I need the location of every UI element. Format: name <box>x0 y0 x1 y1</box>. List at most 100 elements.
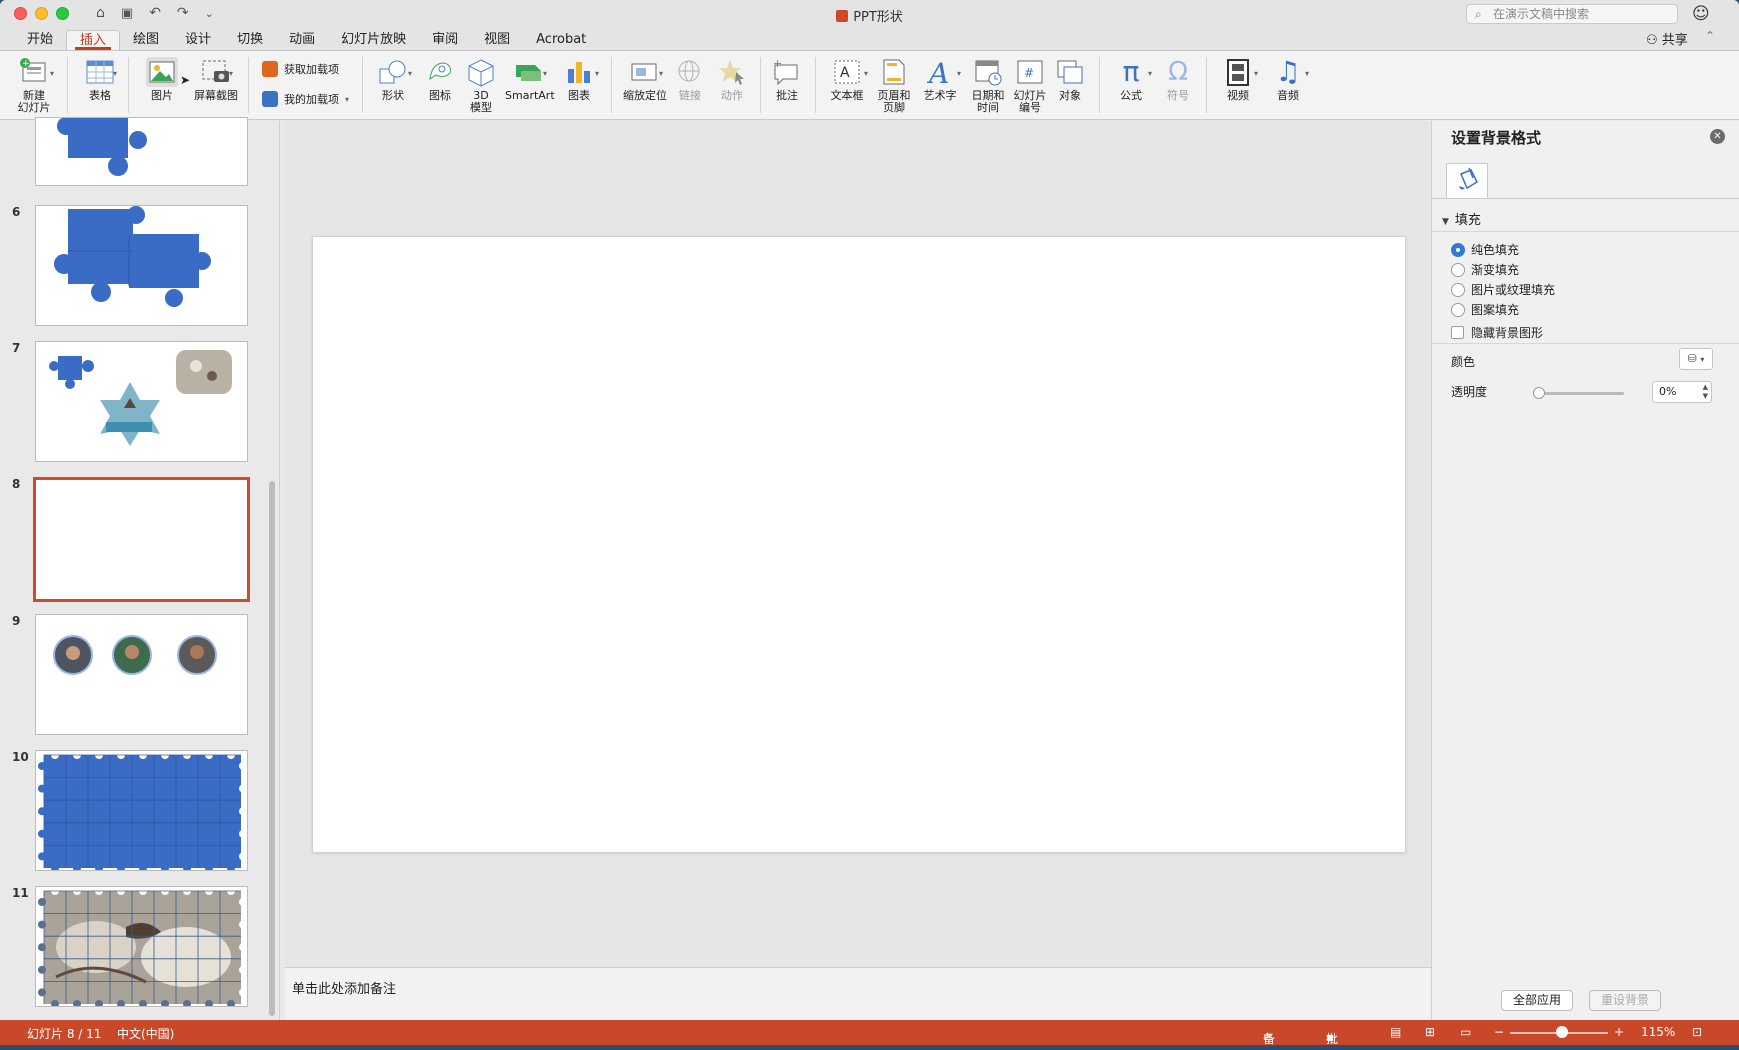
solid-fill-radio[interactable]: 纯色填充 <box>1451 241 1519 258</box>
collapse-ribbon-icon[interactable]: ⌃ <box>1705 29 1715 43</box>
calendar-icon <box>972 57 1004 87</box>
minimize-window-button[interactable] <box>35 7 48 20</box>
wordart-button[interactable]: A 艺术字 <box>922 57 958 102</box>
tab-1[interactable]: 插入 <box>66 30 121 50</box>
comment-button[interactable]: + 批注 <box>771 57 803 102</box>
new-slide-button[interactable]: + 新建 幻灯片 <box>8 57 60 114</box>
language-indicator[interactable]: 中文(中国) <box>117 1025 174 1042</box>
film-icon <box>1222 57 1254 87</box>
audio-button[interactable]: ♫ 音频 <box>1270 57 1306 102</box>
tab-8[interactable]: 视图 <box>471 30 523 50</box>
window-controls <box>14 7 69 20</box>
tab-5[interactable]: 动画 <box>276 30 328 50</box>
slide-thumbnail-selected[interactable] <box>33 477 250 602</box>
svg-text:#: # <box>1024 66 1034 80</box>
shapes-button[interactable]: 形状 <box>376 57 410 102</box>
date-time-button[interactable]: 日期和 时间 <box>968 57 1008 114</box>
reset-background-button[interactable]: 重设背景 <box>1589 990 1661 1011</box>
apply-to-all-button[interactable]: 全部应用 <box>1501 990 1573 1011</box>
fill-tab[interactable] <box>1446 163 1488 199</box>
slide-sorter-icon[interactable]: ⊞ <box>1425 1025 1435 1039</box>
tab-9[interactable]: Acrobat <box>523 30 599 50</box>
zoom-out-icon[interactable]: − <box>1494 1025 1504 1039</box>
status-bar: 幻灯片 8 / 11 中文(中国) ≡ 备注 ▪ 批注 ▤ ⊞ ▭ − + 11… <box>0 1020 1739 1045</box>
slide-thumbnail[interactable] <box>35 341 248 462</box>
home-icon[interactable]: ⌂ <box>96 5 105 21</box>
picture-button[interactable]: 图片 <box>140 57 184 102</box>
slide-thumbnail[interactable] <box>35 886 248 1007</box>
table-button[interactable]: 表格 <box>80 57 120 102</box>
notes-pane[interactable]: 单击此处添加备注 <box>285 967 1431 1020</box>
wordart-icon: A <box>924 57 956 90</box>
redo-icon[interactable]: ↷ <box>177 5 189 21</box>
ppt-file-icon <box>836 10 849 22</box>
current-slide-canvas[interactable] <box>312 236 1406 853</box>
object-button[interactable]: 对象 <box>1054 57 1086 102</box>
color-label: 颜色 <box>1451 355 1476 369</box>
search-icon: ⌕ <box>1475 7 1482 21</box>
slide-thumbnail[interactable] <box>35 614 248 735</box>
pattern-fill-radio[interactable]: 图案填充 <box>1451 301 1519 318</box>
zoom-in-icon[interactable]: + <box>1614 1025 1624 1039</box>
video-button[interactable]: 视频 <box>1220 57 1256 102</box>
textbox-button[interactable]: A 文本框 <box>829 57 865 102</box>
tab-4[interactable]: 切换 <box>224 30 276 50</box>
fit-to-window-icon[interactable]: ⊡ <box>1692 1025 1702 1039</box>
icons-button[interactable]: 图标 <box>424 57 456 102</box>
slide-thumbnail[interactable] <box>35 205 248 326</box>
chart-button[interactable]: 图表 <box>563 57 595 102</box>
tab-6[interactable]: 幻灯片放映 <box>328 30 419 50</box>
my-addins-button[interactable]: 我的加载项 ▾ <box>262 91 349 107</box>
scrollbar-thumb[interactable] <box>269 481 275 1016</box>
feedback-smiley-icon[interactable]: ☺ <box>1692 4 1710 24</box>
stepper-arrows-icon[interactable]: ▲ ▼ <box>1703 383 1708 401</box>
undo-icon[interactable]: ↶ <box>149 5 161 21</box>
tab-0[interactable]: 开始 <box>14 30 66 50</box>
screenshot-button[interactable]: 屏幕截图 <box>190 57 242 102</box>
zoom-slides-icon <box>629 57 661 87</box>
color-picker-button[interactable]: ⛁ ▾ <box>1679 348 1713 370</box>
slide-number-button[interactable]: # 幻灯片 编号 <box>1009 57 1051 114</box>
zoom-button[interactable]: 缩放定位 <box>620 57 670 102</box>
thumbnail-scrollbar[interactable] <box>267 121 277 1020</box>
fill-section-header[interactable]: ▼ 填充 <box>1442 209 1481 228</box>
slide-thumbnail[interactable] <box>35 750 248 871</box>
transparency-slider[interactable] <box>1533 387 1624 399</box>
ribbon-insert: + 新建 幻灯片 ▾ 表格 ▾ 图片 ➤ 屏幕截图 ▾ 获取加载项 我的加载项 … <box>0 50 1739 120</box>
hide-background-graphics-checkbox[interactable]: 隐藏背景图形 <box>1451 324 1543 341</box>
tab-2[interactable]: 绘图 <box>120 30 172 50</box>
addins-icon <box>262 91 278 107</box>
smartart-button[interactable]: SmartArt <box>505 57 555 102</box>
share-button[interactable]: ⚇ 共享 <box>1646 29 1688 48</box>
normal-view-icon[interactable]: ▤ <box>1390 1025 1401 1039</box>
link-button[interactable]: 链接 <box>674 57 706 102</box>
slider-knob[interactable] <box>1533 387 1545 399</box>
collapse-triangle-icon: ▼ <box>1442 217 1449 227</box>
zoom-level[interactable]: 115% <box>1641 1025 1675 1039</box>
maximize-window-button[interactable] <box>56 7 69 20</box>
tab-7[interactable]: 审阅 <box>419 30 471 50</box>
picture-icon <box>146 57 178 87</box>
slide-thumbnail[interactable] <box>35 117 248 186</box>
close-window-button[interactable] <box>14 7 27 20</box>
tab-3[interactable]: 设计 <box>172 30 224 50</box>
customize-toolbar-icon[interactable]: ⌄ <box>205 7 214 20</box>
symbol-button[interactable]: Ω 符号 <box>1162 57 1194 102</box>
picture-texture-fill-radio[interactable]: 图片或纹理填充 <box>1451 281 1555 298</box>
action-button[interactable]: 动作 <box>716 57 748 102</box>
save-icon[interactable]: ▣ <box>121 6 133 21</box>
close-pane-icon[interactable]: ✕ <box>1710 129 1725 144</box>
powerpoint-window: ⌂ ▣ ↶ ↷ ⌄ PPT形状 ⌕ 在演示文稿中搜索 ☺ 开始 插入 绘图 设计 切换动… <box>0 0 1739 1045</box>
get-addins-button[interactable]: 获取加载项 <box>262 61 339 77</box>
header-footer-button[interactable]: 页眉和 页脚 <box>876 57 912 114</box>
notes-placeholder: 单击此处添加备注 <box>292 982 397 997</box>
zoom-slider-knob[interactable] <box>1556 1026 1568 1038</box>
gradient-fill-radio[interactable]: 渐变填充 <box>1451 261 1519 278</box>
bar-chart-icon <box>563 57 595 87</box>
omega-icon: Ω <box>1168 57 1188 87</box>
reading-view-icon[interactable]: ▭ <box>1460 1025 1471 1039</box>
transparency-input[interactable]: 0% ▲ ▼ <box>1652 381 1712 403</box>
3d-model-button[interactable]: 3D 模型 <box>465 57 497 114</box>
search-input[interactable]: ⌕ 在演示文稿中搜索 <box>1466 4 1678 24</box>
equation-button[interactable]: π 公式 <box>1115 57 1147 102</box>
